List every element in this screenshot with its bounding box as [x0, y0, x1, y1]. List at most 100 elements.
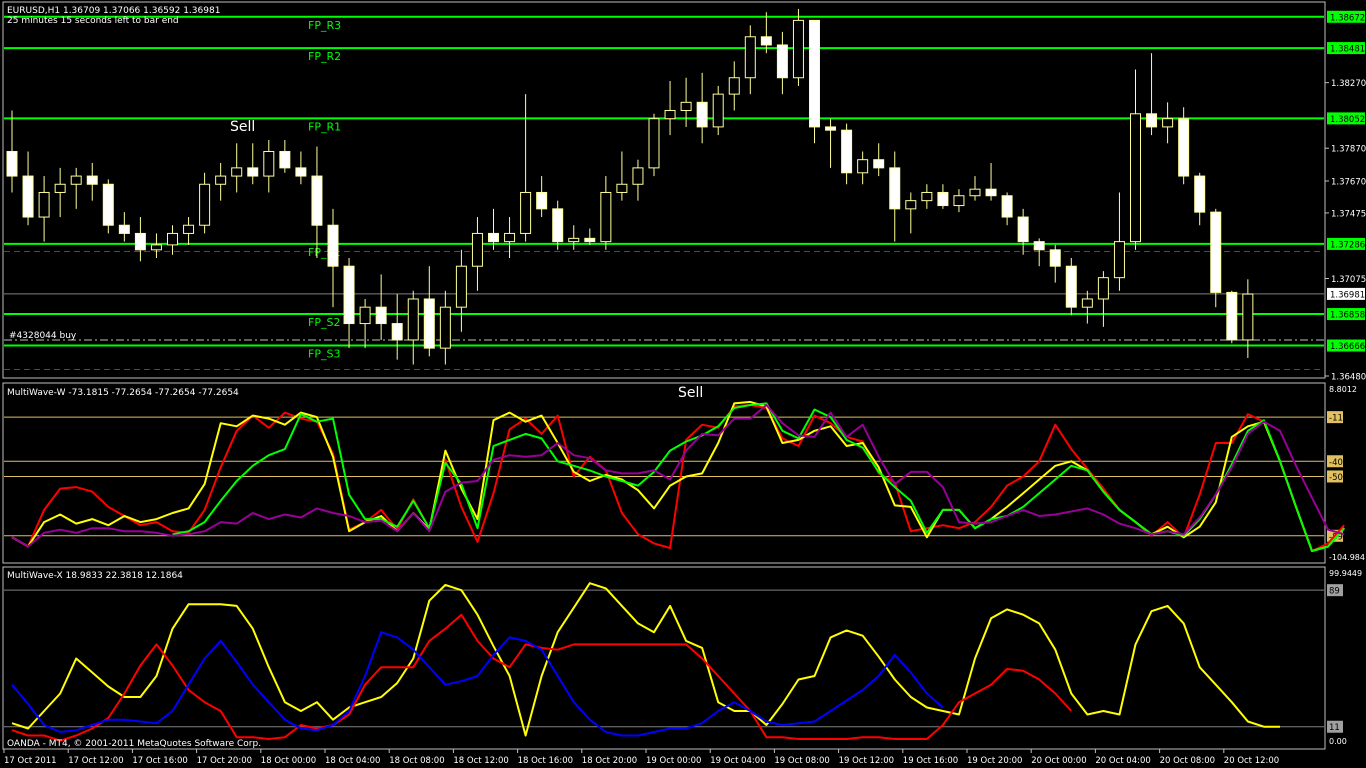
- candle-body: [520, 191, 532, 234]
- candle-body: [439, 306, 451, 349]
- timer-text: 25 minutes 15 seconds left to bar end: [7, 16, 179, 26]
- level-tag-label: 89: [1329, 587, 1340, 597]
- candle: [1001, 192, 1013, 226]
- candle-body: [616, 183, 628, 193]
- candle: [183, 217, 195, 245]
- candle-body: [375, 306, 387, 325]
- candle: [1081, 290, 1093, 324]
- candle: [552, 200, 564, 250]
- level-tag-label: 11: [1329, 723, 1340, 733]
- candle: [744, 25, 756, 95]
- price-tick-label: 1.38481: [1330, 45, 1365, 55]
- level-tag-label: -11: [1329, 414, 1343, 424]
- candle-body: [744, 36, 756, 79]
- symbol-header: EURUSD,H1 1.36709 1.37066 1.36592 1.3698…: [7, 6, 220, 16]
- chart-window: FP_R3FP_R2FP_R1FP_S1FP_S2FP_S31.386721.3…: [2, 1, 1366, 766]
- candle: [199, 172, 211, 234]
- sell-annotation-wave: Sell: [678, 385, 703, 401]
- wave-w-axis-top: 8.8012: [1329, 385, 1357, 394]
- candle: [391, 294, 403, 360]
- candle: [792, 8, 804, 86]
- candle-body: [680, 101, 692, 112]
- price-tick-label: 1.36858: [1330, 311, 1365, 321]
- price-tick-label: 1.37286: [1330, 240, 1365, 250]
- candle: [54, 167, 66, 218]
- wave-w-axis-bottom: -104.984: [1329, 553, 1365, 562]
- candle-body: [86, 175, 98, 185]
- candle: [568, 225, 580, 250]
- candle: [1033, 238, 1045, 267]
- candle-body: [696, 101, 708, 128]
- candle: [728, 61, 740, 111]
- wave-x-axis-top: 99.9449: [1329, 569, 1362, 578]
- candle: [1146, 53, 1158, 136]
- candle-body: [295, 167, 307, 177]
- time-tick-label: 20 Oct 08:00: [1160, 756, 1215, 766]
- candle: [873, 143, 885, 177]
- candle: [969, 176, 981, 201]
- candle-body: [1146, 113, 1158, 128]
- sell-annotation-main: Sell: [230, 119, 255, 135]
- candle: [616, 151, 628, 201]
- candle-body: [231, 167, 243, 177]
- candle-body: [391, 323, 403, 341]
- candle: [407, 290, 419, 365]
- price-tick-label: 1.37075: [1331, 275, 1366, 285]
- candle: [118, 212, 130, 242]
- candle-body: [279, 150, 291, 169]
- candle-body: [1242, 293, 1254, 341]
- candle-body: [38, 191, 50, 218]
- candle: [664, 81, 676, 136]
- time-tick-label: 19 Oct 00:00: [646, 756, 701, 766]
- candle: [359, 298, 371, 349]
- candle-body: [1178, 118, 1190, 177]
- oscillator-series-line: [11, 582, 1280, 737]
- candle-body: [712, 93, 724, 128]
- candle-body: [183, 224, 195, 234]
- time-tick-label: 19 Oct 20:00: [967, 756, 1022, 766]
- candle: [343, 258, 355, 349]
- time-tick-label: 20 Oct 12:00: [1224, 756, 1279, 766]
- candle: [279, 140, 291, 173]
- candle-body: [118, 224, 130, 234]
- candle: [439, 290, 451, 365]
- candle: [648, 113, 660, 177]
- candle-body: [199, 183, 211, 226]
- candle: [263, 140, 275, 193]
- candle: [937, 184, 949, 209]
- candle: [423, 266, 435, 357]
- pivot-level-label: FP_R3: [308, 19, 341, 32]
- candle-body: [985, 188, 997, 197]
- wave-x-axis-bottom: 0.00: [1329, 737, 1347, 746]
- candle: [231, 143, 243, 193]
- candle: [86, 162, 98, 201]
- time-tick-label: 18 Oct 04:00: [325, 756, 380, 766]
- price-tick-label: 1.36480: [1331, 373, 1366, 383]
- time-tick-label: 19 Oct 04:00: [710, 756, 765, 766]
- time-tick-label: 20 Oct 04:00: [1095, 756, 1150, 766]
- candle: [1017, 208, 1029, 255]
- candle-body: [1130, 113, 1141, 243]
- candle: [712, 85, 724, 136]
- candle-body: [873, 159, 885, 169]
- main-price-panel: FP_R3FP_R2FP_R1FP_S1FP_S2FP_S31.386721.3…: [4, 8, 1366, 383]
- candle-body: [792, 19, 804, 79]
- candle: [471, 217, 483, 291]
- candle-body: [1081, 298, 1093, 308]
- candle-body: [423, 298, 435, 349]
- candle-body: [327, 224, 339, 267]
- candle-body: [263, 150, 275, 177]
- candle: [375, 274, 387, 340]
- candle-body: [215, 175, 227, 185]
- candle: [150, 233, 162, 259]
- pivot-level-label: FP_S2: [308, 316, 340, 329]
- candle-body: [359, 306, 371, 325]
- candle-body: [664, 110, 676, 120]
- price-tick-label: 1.38672: [1330, 13, 1365, 23]
- candle: [1194, 172, 1206, 226]
- wave-x-panel-frame: [2, 566, 1326, 750]
- time-tick-label: 17 Oct 12:00: [68, 756, 123, 766]
- candle-body: [552, 208, 564, 243]
- current-price-label: 1.36981: [1330, 290, 1365, 300]
- candle-body: [760, 36, 772, 46]
